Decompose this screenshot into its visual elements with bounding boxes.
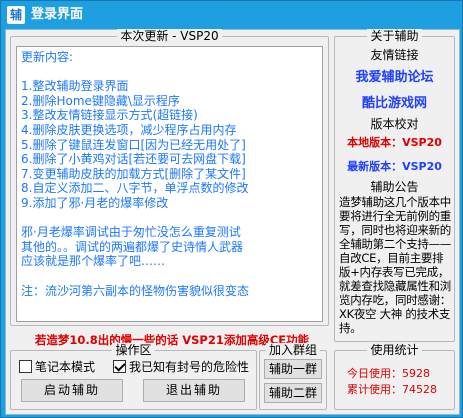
notice-text: 造梦辅助这几个版本中要将进行全无前例的重写，同时也将迎来新的全辅助第二个支持——… — [339, 195, 451, 335]
notebook-mode-check-icon[interactable] — [19, 360, 32, 373]
update-line: 注：流沙河第六副本的怪物伤害貌似很变态 — [21, 283, 250, 298]
update-line: 5.删除了键鼠连发窗口[因为已经无用处了] — [21, 137, 246, 152]
update-line: 8.自定义添加二、八字节，单浮点数的修改 — [21, 181, 249, 196]
login-window: 辅 登录界面 本次更新 - VSP20 更新内容: 1.整改辅助登录界面 2.删除H… — [0, 0, 463, 418]
update-line: 1.整改辅助登录界面 — [21, 79, 129, 94]
update-line: 应该就是那个爆率了吧…… — [21, 254, 166, 269]
update-line: 6.删除了小黄鸡对话[若还要可去网盘下载] — [21, 152, 246, 167]
ban-risk-checkbox[interactable]: 我已知有封号的危险性 — [113, 358, 249, 375]
stats-title: 使用统计 — [367, 343, 422, 357]
total-usage: 累计使用：74528 — [347, 383, 437, 396]
about-groupbox: 关于辅助 友情链接 我爱辅助论坛 酷比游戏网 版本校对 本地版本：VSP20 最… — [334, 29, 455, 342]
ban-risk-check-icon[interactable] — [113, 360, 126, 373]
window-title: 登录界面 — [31, 7, 84, 22]
app-icon: 辅 — [7, 6, 25, 24]
group1-button[interactable]: 辅助一群 — [264, 359, 322, 379]
update-groupbox: 本次更新 - VSP20 更新内容: 1.整改辅助登录界面 2.删除Home键隐藏\… — [10, 29, 329, 326]
local-version: 本地版本：VSP20 — [347, 136, 442, 149]
link-game-site[interactable]: 酷比游戏网 — [335, 92, 454, 111]
stats-groupbox: 使用统计 今日使用：5928 累计使用：74528 — [334, 343, 455, 410]
exit-button[interactable]: 退出辅助 — [143, 379, 245, 402]
join-groupbox: 加入群组 辅助一群 辅助二群 — [259, 343, 327, 410]
link-forum[interactable]: 我爱辅助论坛 — [335, 66, 454, 85]
links-label: 友情链接 — [370, 48, 419, 62]
update-line — [21, 65, 318, 80]
update-line: 7.变更辅助皮肤的加载方式[删除了某文件] — [21, 166, 246, 181]
notice-label: 辅助公告 — [370, 180, 419, 194]
update-line: 更新内容: — [21, 50, 74, 64]
update-line: 3.整改友情链接显示方式(超链接) — [21, 108, 198, 123]
ops-groupbox: 操作区 笔记本模式 我已知有封号的危险性 启动辅助 退出辅助 — [10, 343, 257, 410]
client-area: 本次更新 - VSP20 更新内容: 1.整改辅助登录界面 2.删除Home键隐藏\… — [5, 29, 460, 415]
about-title: 关于辅助 — [367, 29, 422, 43]
update-line: 2.删除Home键隐藏\显示程序 — [21, 93, 180, 108]
update-line: 邪·月老爆率调试由于匆忙没怎么重复测试 — [21, 225, 241, 240]
group2-button[interactable]: 辅助二群 — [264, 383, 322, 403]
update-line: 其他的。。调试的两遍都爆了史诗情人武器 — [21, 239, 244, 254]
notebook-mode-label: 笔记本模式 — [35, 360, 96, 374]
latest-version: 最新版本：VSP20 — [347, 160, 442, 173]
title-bar[interactable]: 辅 登录界面 — [1, 1, 462, 29]
update-line: 4.删除皮肤更换选项，减少程序占用内存 — [21, 122, 237, 137]
ban-risk-label: 我已知有封号的危险性 — [129, 360, 250, 374]
notebook-mode-checkbox[interactable]: 笔记本模式 — [19, 358, 95, 375]
version-label: 版本校对 — [370, 117, 419, 131]
ops-title: 操作区 — [112, 343, 155, 357]
update-notes-textarea[interactable]: 更新内容: 1.整改辅助登录界面 2.删除Home键隐藏\显示程序 3.整改友情链接显… — [16, 46, 323, 322]
update-line — [21, 269, 318, 284]
join-title: 加入群组 — [265, 343, 320, 357]
update-line: 9.添加了邪·月老的爆率修改 — [21, 195, 169, 210]
update-title: 本次更新 - VSP20 — [117, 29, 222, 43]
today-usage: 今日使用：5928 — [347, 367, 430, 380]
update-line — [21, 211, 318, 226]
start-button[interactable]: 启动辅助 — [21, 379, 123, 402]
